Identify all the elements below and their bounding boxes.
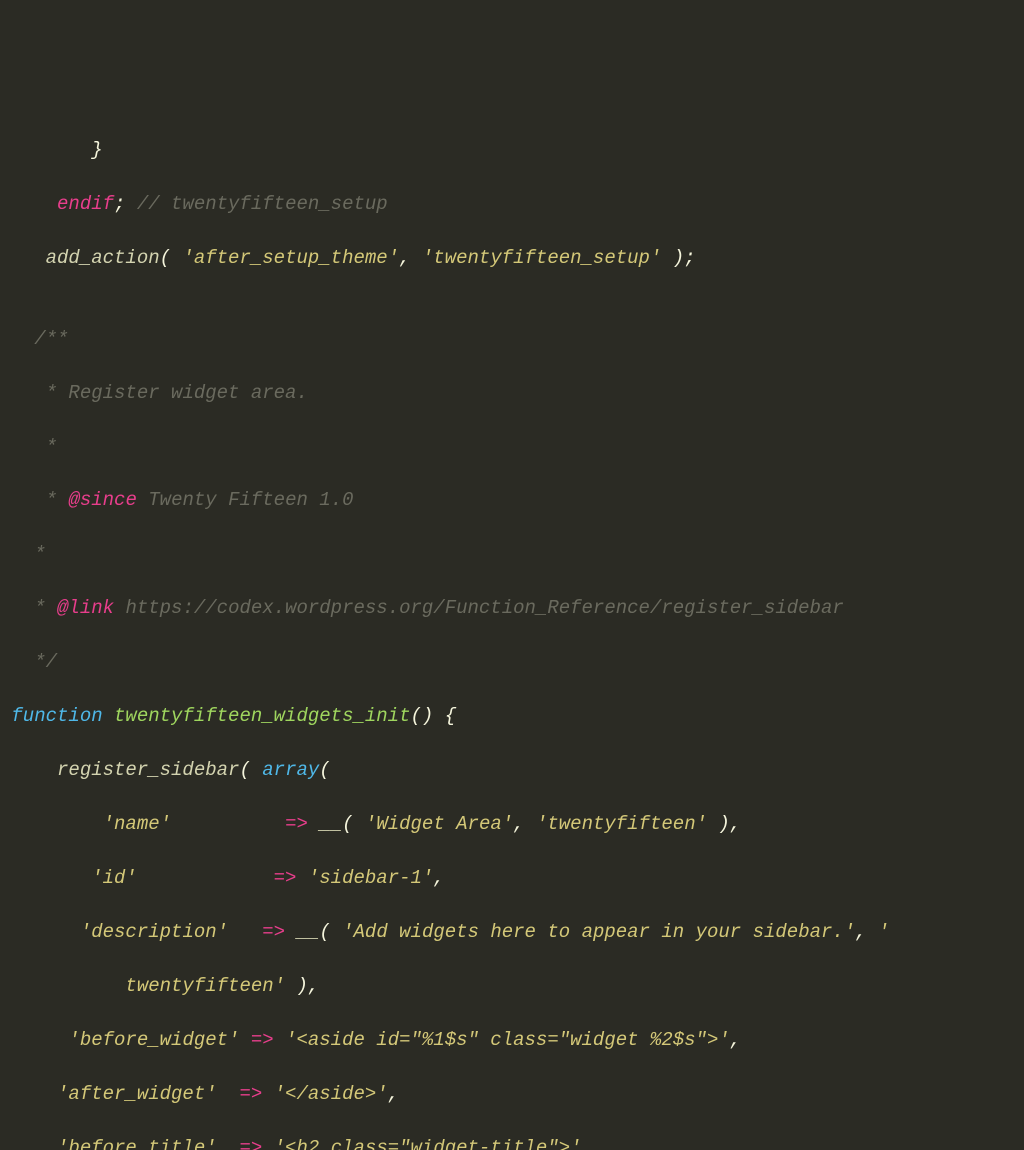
code-line: } [0, 137, 1024, 164]
code-line: */ [0, 649, 1024, 676]
code-line: 'name' => __( 'Widget Area', 'twentyfift… [0, 811, 1024, 838]
code-editor[interactable]: } endif; // twentyfifteen_setup add_acti… [0, 110, 1024, 1150]
code-line: 'after_widget' => '</aside>', [0, 1081, 1024, 1108]
code-line: endif; // twentyfifteen_setup [0, 191, 1024, 218]
code-line: 'description' => __( 'Add widgets here t… [0, 919, 1024, 946]
code-line: 'before_title' => '<h2 class="widget-tit… [0, 1135, 1024, 1150]
code-line: * [0, 541, 1024, 568]
code-line: * [0, 434, 1024, 461]
code-line: function twentyfifteen_widgets_init() { [0, 703, 1024, 730]
code-line: * @since Twenty Fifteen 1.0 [0, 487, 1024, 514]
code-line: register_sidebar( array( [0, 757, 1024, 784]
code-line: 'before_widget' => '<aside id="%1$s" cla… [0, 1027, 1024, 1054]
code-line: twentyfifteen' ), [0, 973, 1024, 1000]
code-line: 'id' => 'sidebar-1', [0, 865, 1024, 892]
code-line: * Register widget area. [0, 380, 1024, 407]
code-line: * @link https://codex.wordpress.org/Func… [0, 595, 1024, 622]
code-line: add_action( 'after_setup_theme', 'twenty… [0, 245, 1024, 272]
code-line: /** [0, 326, 1024, 353]
